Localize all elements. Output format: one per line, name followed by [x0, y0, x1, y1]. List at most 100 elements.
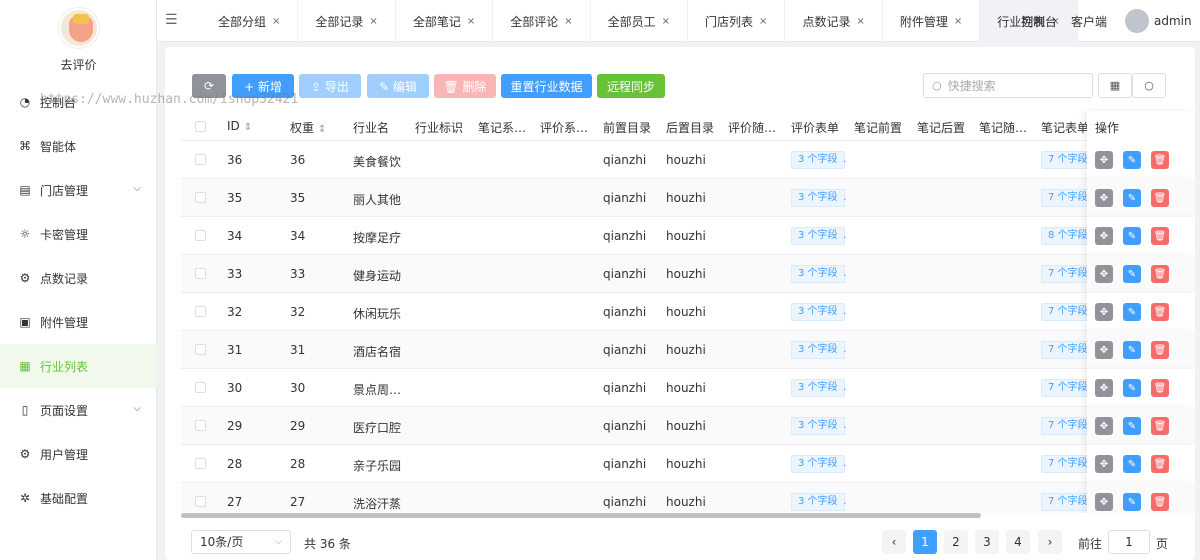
- tab-item[interactable]: 全部记录 ×: [298, 0, 396, 42]
- review-form-tag[interactable]: 3 个字段: [791, 379, 845, 397]
- add-button[interactable]: + 新增: [232, 74, 294, 98]
- row-checkbox[interactable]: [195, 154, 206, 165]
- row-checkbox[interactable]: [195, 306, 206, 317]
- review-form-tag[interactable]: 3 个字段: [791, 455, 845, 473]
- delete-row-button[interactable]: 🗑: [1151, 341, 1169, 359]
- review-form-tag[interactable]: 3 个字段: [791, 341, 845, 359]
- edit-row-button[interactable]: ✎: [1123, 417, 1141, 435]
- move-button[interactable]: ✥: [1095, 227, 1113, 245]
- close-icon[interactable]: ×: [759, 16, 767, 27]
- refresh-button[interactable]: ⟳: [192, 74, 226, 98]
- review-form-tag[interactable]: 3 个字段: [791, 227, 845, 245]
- review-form-tag[interactable]: 3 个字段: [791, 189, 845, 207]
- edit-row-button[interactable]: ✎: [1123, 265, 1141, 283]
- delete-row-button[interactable]: 🗑: [1151, 265, 1169, 283]
- column-header[interactable]: 笔记前置: [854, 119, 902, 136]
- search-button[interactable]: ○: [1132, 73, 1166, 98]
- sidebar-item[interactable]: ▦ 行业列表: [0, 344, 157, 388]
- move-button[interactable]: ✥: [1095, 417, 1113, 435]
- select-all-checkbox[interactable]: [195, 121, 206, 132]
- tab-item[interactable]: 全部分组 ×: [201, 0, 299, 42]
- page-button[interactable]: 1: [913, 530, 937, 554]
- column-header[interactable]: 行业名: [353, 119, 389, 136]
- column-header[interactable]: 评价表单: [791, 119, 839, 136]
- tab-item[interactable]: 附件管理 ×: [883, 0, 981, 42]
- row-checkbox[interactable]: [195, 382, 206, 393]
- remote-sync-button[interactable]: 远程同步: [597, 74, 665, 98]
- search-input[interactable]: ○ 快捷搜索: [923, 73, 1093, 98]
- sidebar-item[interactable]: ⚙ 用户管理: [0, 432, 157, 476]
- close-icon[interactable]: ×: [564, 16, 572, 27]
- close-icon[interactable]: ×: [954, 16, 962, 27]
- edit-row-button[interactable]: ✎: [1123, 303, 1141, 321]
- sidebar-item[interactable]: ▣ 附件管理: [0, 300, 157, 344]
- close-icon[interactable]: ×: [467, 16, 475, 27]
- move-button[interactable]: ✥: [1095, 493, 1113, 511]
- table-row[interactable]: 36 36 美食餐饮 qianzhi houzhi 3 个字段. 7 个字段 ✥ ✎ 🗑: [181, 141, 1195, 179]
- page-button[interactable]: 2: [944, 530, 968, 554]
- move-button[interactable]: ✥: [1095, 189, 1113, 207]
- sidebar-item[interactable]: ☼ 卡密管理: [0, 212, 157, 256]
- column-header[interactable]: 笔记表单: [1041, 119, 1089, 136]
- close-icon[interactable]: ×: [369, 16, 377, 27]
- menu-toggle-icon[interactable]: ☰: [165, 13, 179, 27]
- review-form-tag[interactable]: 3 个字段: [791, 493, 845, 511]
- edit-row-button[interactable]: ✎: [1123, 379, 1141, 397]
- column-header[interactable]: 评价系…: [540, 119, 588, 136]
- row-checkbox[interactable]: [195, 268, 206, 279]
- edit-row-button[interactable]: ✎: [1123, 151, 1141, 169]
- delete-row-button[interactable]: 🗑: [1151, 379, 1169, 397]
- column-header[interactable]: 前置目录: [603, 119, 651, 136]
- export-button[interactable]: ⇪ 导出: [299, 74, 361, 98]
- tab-item[interactable]: 门店列表 ×: [688, 0, 786, 42]
- edit-row-button[interactable]: ✎: [1123, 341, 1141, 359]
- grid-view-button[interactable]: ▦: [1098, 73, 1132, 98]
- move-button[interactable]: ✥: [1095, 151, 1113, 169]
- tab-item[interactable]: 全部评论 ×: [493, 0, 591, 42]
- link-console[interactable]: 控制台: [1021, 13, 1057, 30]
- move-button[interactable]: ✥: [1095, 379, 1113, 397]
- delete-row-button[interactable]: 🗑: [1151, 151, 1169, 169]
- move-button[interactable]: ✥: [1095, 455, 1113, 473]
- edit-row-button[interactable]: ✎: [1123, 493, 1141, 511]
- review-form-tag[interactable]: 3 个字段: [791, 303, 845, 321]
- column-header[interactable]: 评价随…: [728, 119, 776, 136]
- goto-page-input[interactable]: 1: [1108, 530, 1150, 554]
- tab-item[interactable]: 全部员工 ×: [591, 0, 689, 42]
- horizontal-scrollbar[interactable]: [181, 513, 981, 518]
- sidebar-item[interactable]: ⚙ 点数记录: [0, 256, 157, 300]
- column-header[interactable]: 行业标识: [415, 119, 463, 136]
- row-checkbox[interactable]: [195, 230, 206, 241]
- brand-logo[interactable]: [59, 8, 99, 48]
- sidebar-item[interactable]: ▯ 页面设置 ⌵: [0, 388, 157, 432]
- review-form-tag[interactable]: 3 个字段: [791, 265, 845, 283]
- move-button[interactable]: ✥: [1095, 265, 1113, 283]
- edit-row-button[interactable]: ✎: [1123, 189, 1141, 207]
- tab-item[interactable]: 全部笔记 ×: [396, 0, 494, 42]
- delete-row-button[interactable]: 🗑: [1151, 189, 1169, 207]
- table-row[interactable]: 35 35 丽人其他 qianzhi houzhi 3 个字段. 7 个字段 ✥ ✎ 🗑: [181, 179, 1195, 217]
- prev-page-button[interactable]: ‹: [882, 530, 906, 554]
- column-header[interactable]: 笔记随…: [979, 119, 1027, 136]
- table-row[interactable]: 28 28 亲子乐园 qianzhi houzhi 3 个字段. 7 个字段 ✥ ✎ 🗑: [181, 445, 1195, 483]
- row-checkbox[interactable]: [195, 344, 206, 355]
- page-button[interactable]: 3: [975, 530, 999, 554]
- delete-row-button[interactable]: 🗑: [1151, 303, 1169, 321]
- close-icon[interactable]: ×: [662, 16, 670, 27]
- row-checkbox[interactable]: [195, 496, 206, 507]
- sidebar-item[interactable]: ▤ 门店管理 ⌵: [0, 168, 157, 212]
- sidebar-item[interactable]: ◔ 控制台: [0, 80, 157, 124]
- close-icon[interactable]: ×: [856, 16, 864, 27]
- column-header[interactable]: 笔记系…: [478, 119, 526, 136]
- delete-row-button[interactable]: 🗑: [1151, 227, 1169, 245]
- tab-item[interactable]: 点数记录 ×: [785, 0, 883, 42]
- review-form-tag[interactable]: 3 个字段: [791, 151, 845, 169]
- column-header[interactable]: 权重 ⇕: [290, 119, 326, 136]
- page-size-select[interactable]: 10条/页 ⌵: [191, 530, 291, 554]
- reset-industry-button[interactable]: 重置行业数据: [501, 74, 592, 98]
- sidebar-item[interactable]: ⌘ 智能体: [0, 124, 157, 168]
- delete-button[interactable]: 🗑 删除: [434, 74, 496, 98]
- page-button[interactable]: 4: [1006, 530, 1030, 554]
- close-icon[interactable]: ×: [272, 16, 280, 27]
- edit-row-button[interactable]: ✎: [1123, 227, 1141, 245]
